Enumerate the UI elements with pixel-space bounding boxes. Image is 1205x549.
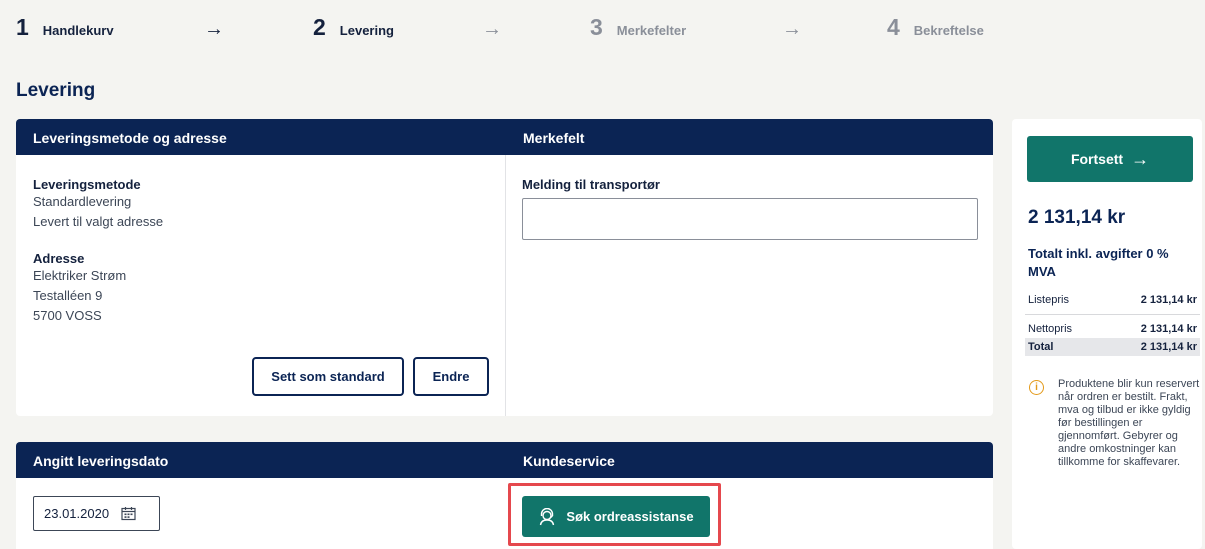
calendar-icon[interactable]	[121, 506, 136, 521]
delivery-method-label: Leveringsmetode	[33, 177, 141, 192]
customer-service-header: Kundeservice	[523, 453, 615, 469]
step-levering: 2 Levering	[313, 14, 394, 41]
price-table-net: Nettopris 2 131,14 kr Total 2 131,14 kr	[1025, 320, 1200, 356]
order-summary-sidebar: Fortsett → 2 131,14 kr Totalt inkl. avgi…	[1012, 119, 1202, 549]
step-label: Handlekurv	[42, 23, 114, 38]
total-label: Total	[1028, 341, 1054, 353]
delivery-date-value: 23.01.2020	[44, 506, 110, 521]
net-price-value: 2 131,14 kr	[1140, 323, 1197, 335]
step-number: 3	[590, 14, 603, 40]
delivery-method-line: Standardlevering	[33, 194, 132, 209]
label-field-section: Melding til transportør	[506, 155, 993, 416]
arrow-right-icon: →	[1131, 148, 1150, 169]
list-price-row: Listepris 2 131,14 kr	[1025, 291, 1200, 309]
address-line: Testalléen 9	[33, 288, 103, 303]
arrow-right-icon: →	[482, 18, 502, 40]
address-line: Elektriker Strøm	[33, 268, 127, 283]
delivery-card-header: Leveringsmetode og adresse Merkefelt	[16, 119, 993, 155]
net-price-row: Nettopris 2 131,14 kr	[1025, 320, 1200, 338]
address-label: Adresse	[33, 251, 85, 266]
address-line: 5700 VOSS	[33, 308, 102, 323]
delivery-method-line: Levert til valgt adresse	[33, 214, 164, 229]
step-label: Merkefelter	[616, 23, 687, 38]
delivery-date-card-header: Angitt leveringsdato Kundeservice	[16, 442, 993, 478]
step-number: 1	[16, 14, 29, 40]
arrow-right-icon: →	[782, 18, 802, 40]
step-merkefelter: 3 Merkefelter	[590, 14, 686, 41]
delivery-date-card: Angitt leveringsdato Kundeservice 23.01.…	[16, 442, 993, 549]
step-number: 4	[887, 14, 900, 40]
delivery-method-header: Leveringsmetode og adresse	[33, 130, 227, 146]
set-default-button[interactable]: Sett som standard	[252, 357, 404, 396]
total-value: 2 131,14 kr	[1140, 341, 1197, 353]
total-caption: Totalt inkl. avgifter 0 % MVA	[1028, 246, 1169, 279]
reservation-info-text: Produktene blir kun reservert når ordren…	[1058, 378, 1200, 468]
support-agent-icon	[540, 507, 555, 525]
arrow-right-icon: →	[204, 18, 224, 40]
step-bekreftelse: 4 Bekreftelse	[887, 14, 984, 41]
step-label: Levering	[339, 23, 394, 38]
label-field-header: Merkefelt	[523, 130, 585, 146]
list-price-value: 2 131,14 kr	[1140, 294, 1197, 306]
order-assistance-label: Søk ordreassistanse	[566, 509, 694, 524]
delivery-date-input[interactable]: 23.01.2020	[33, 496, 160, 531]
carrier-message-label: Melding til transportør	[522, 177, 660, 192]
continue-button[interactable]: Fortsett →	[1027, 136, 1193, 182]
delivery-card: Leveringsmetode og adresse Merkefelt Lev…	[16, 119, 993, 416]
carrier-message-input[interactable]	[522, 198, 978, 240]
price-table-list: Listepris 2 131,14 kr	[1025, 291, 1200, 309]
info-icon: i	[1029, 380, 1044, 395]
net-price-label: Nettopris	[1028, 323, 1073, 335]
edit-address-button[interactable]: Endre	[413, 357, 489, 396]
step-label: Bekreftelse	[913, 23, 984, 38]
delivery-date-header: Angitt leveringsdato	[33, 453, 169, 469]
step-handlekurv[interactable]: 1 Handlekurv	[16, 14, 114, 41]
order-assistance-button[interactable]: Søk ordreassistanse	[522, 496, 710, 537]
step-number: 2	[313, 14, 326, 40]
total-row: Total 2 131,14 kr	[1025, 338, 1200, 356]
total-amount: 2 131,14 kr	[1028, 207, 1126, 228]
page-title: Levering	[16, 80, 96, 101]
continue-label: Fortsett	[1070, 151, 1124, 167]
list-price-label: Listepris	[1028, 294, 1069, 306]
divider	[1025, 314, 1200, 315]
delivery-method-section: Leveringsmetode Standardlevering Levert …	[16, 155, 506, 416]
